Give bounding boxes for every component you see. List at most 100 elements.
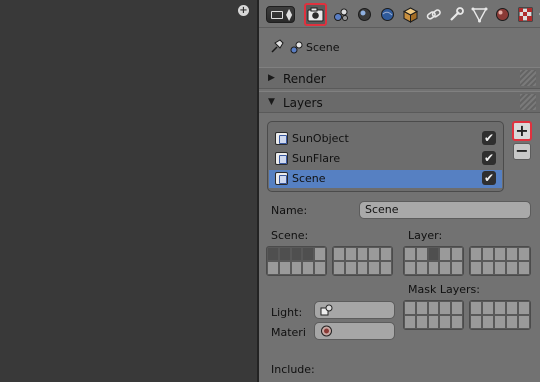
- layer-toggle[interactable]: [494, 301, 506, 315]
- render-layers-list[interactable]: SunObject ✔ SunFlare ✔ Scene ✔: [267, 121, 504, 192]
- tab-texture[interactable]: [514, 3, 537, 26]
- add-render-layer-button[interactable]: +: [512, 121, 532, 141]
- layer-toggle[interactable]: [404, 301, 416, 315]
- layer-toggle[interactable]: [415, 261, 428, 275]
- layer-toggle[interactable]: [518, 315, 530, 329]
- mask-layer-grid-b[interactable]: [469, 300, 531, 330]
- layer-toggle[interactable]: [415, 247, 428, 261]
- layer-toggle[interactable]: [482, 261, 494, 275]
- layer-enable-checkbox[interactable]: ✔: [482, 131, 496, 145]
- tab-modifiers[interactable]: [445, 3, 468, 26]
- scene-layers-grid-a[interactable]: [266, 246, 327, 276]
- layer-toggle[interactable]: [344, 261, 357, 275]
- layer-toggle[interactable]: [404, 315, 416, 329]
- layer-toggle[interactable]: [368, 247, 381, 261]
- layer-toggle[interactable]: [404, 261, 416, 275]
- layer-toggle[interactable]: [506, 301, 518, 315]
- panel-drag-grip[interactable]: [520, 70, 536, 86]
- layer-toggle[interactable]: [356, 247, 369, 261]
- tab-particles[interactable]: [535, 3, 540, 26]
- layer-toggle[interactable]: [482, 247, 494, 261]
- layer-toggle[interactable]: [482, 301, 494, 315]
- layer-toggle[interactable]: [344, 247, 357, 261]
- properties-editor-icon: [271, 11, 283, 19]
- layer-toggle[interactable]: [494, 315, 506, 329]
- panel-drag-grip[interactable]: [520, 94, 536, 110]
- list-item[interactable]: SunObject ✔: [269, 130, 502, 148]
- 3d-viewport[interactable]: +: [0, 0, 257, 382]
- layer-toggle[interactable]: [415, 315, 428, 329]
- layer-toggle[interactable]: [470, 247, 482, 261]
- list-item[interactable]: SunFlare ✔: [269, 150, 502, 168]
- viewport-add-icon[interactable]: +: [238, 5, 249, 16]
- layer-toggle[interactable]: [267, 261, 279, 275]
- layer-toggle[interactable]: [482, 315, 494, 329]
- layer-toggle[interactable]: [427, 247, 440, 261]
- layer-enable-checkbox[interactable]: ✔: [482, 151, 496, 165]
- layer-toggle[interactable]: [494, 261, 506, 275]
- layer-toggle[interactable]: [290, 247, 303, 261]
- tab-constraints[interactable]: [422, 3, 445, 26]
- layer-toggle[interactable]: [278, 247, 291, 261]
- layer-toggle[interactable]: [427, 301, 440, 315]
- layer-toggle[interactable]: [302, 247, 315, 261]
- layer-toggle[interactable]: [451, 315, 463, 329]
- layer-toggle[interactable]: [506, 315, 518, 329]
- layer-toggle[interactable]: [451, 247, 463, 261]
- layer-toggle[interactable]: [439, 301, 452, 315]
- layer-toggle[interactable]: [518, 261, 530, 275]
- layer-toggle[interactable]: [290, 261, 303, 275]
- layer-toggle[interactable]: [356, 261, 369, 275]
- layer-toggle[interactable]: [451, 261, 463, 275]
- remove-render-layer-button[interactable]: −: [513, 143, 531, 160]
- layer-toggle[interactable]: [302, 261, 315, 275]
- editor-type-button[interactable]: ▲ ▼: [266, 6, 295, 23]
- layer-toggle[interactable]: [368, 261, 381, 275]
- scene-layers-grid-b[interactable]: [332, 246, 393, 276]
- layer-toggle[interactable]: [333, 247, 345, 261]
- tab-render-layers[interactable]: [330, 3, 353, 26]
- layer-toggle[interactable]: [506, 247, 518, 261]
- tab-object[interactable]: [399, 3, 422, 26]
- layer-toggle[interactable]: [427, 315, 440, 329]
- layer-toggle[interactable]: [470, 301, 482, 315]
- layer-toggle[interactable]: [470, 315, 482, 329]
- list-item-label: Scene: [292, 172, 326, 185]
- material-override-selector[interactable]: [314, 322, 395, 340]
- mask-layer-grid-a[interactable]: [403, 300, 464, 330]
- layer-toggle[interactable]: [278, 261, 291, 275]
- render-layer-grid-a[interactable]: [403, 246, 464, 276]
- layer-toggle[interactable]: [314, 261, 326, 275]
- tab-render[interactable]: [304, 3, 327, 26]
- tab-material[interactable]: [491, 3, 514, 26]
- render-panel-header[interactable]: ▶ Render: [259, 67, 540, 89]
- tab-scene[interactable]: [353, 3, 376, 26]
- layers-panel-header[interactable]: ▼ Layers: [259, 91, 540, 113]
- layer-toggle[interactable]: [404, 247, 416, 261]
- layer-toggle[interactable]: [439, 261, 452, 275]
- layer-toggle[interactable]: [506, 261, 518, 275]
- layer-toggle[interactable]: [518, 247, 530, 261]
- layer-toggle[interactable]: [267, 247, 279, 261]
- layer-toggle[interactable]: [415, 301, 428, 315]
- layer-toggle[interactable]: [518, 301, 530, 315]
- list-item-selected[interactable]: Scene ✔: [269, 170, 502, 188]
- tab-world[interactable]: [376, 3, 399, 26]
- layer-toggle[interactable]: [427, 261, 440, 275]
- layer-toggle[interactable]: [380, 261, 392, 275]
- render-layer-grid-b[interactable]: [469, 246, 531, 276]
- layer-toggle[interactable]: [451, 301, 463, 315]
- layer-toggle[interactable]: [380, 247, 392, 261]
- layer-name-field[interactable]: Scene: [359, 201, 531, 219]
- layer-enable-checkbox[interactable]: ✔: [482, 171, 496, 185]
- light-override-label: Light:: [271, 306, 303, 319]
- layer-toggle[interactable]: [333, 261, 345, 275]
- tab-data[interactable]: [468, 3, 491, 26]
- layer-toggle[interactable]: [439, 247, 452, 261]
- light-override-selector[interactable]: [314, 301, 395, 319]
- layer-toggle[interactable]: [314, 247, 326, 261]
- layer-toggle[interactable]: [470, 261, 482, 275]
- pin-icon[interactable]: [269, 39, 284, 54]
- layer-toggle[interactable]: [494, 247, 506, 261]
- layer-toggle[interactable]: [439, 315, 452, 329]
